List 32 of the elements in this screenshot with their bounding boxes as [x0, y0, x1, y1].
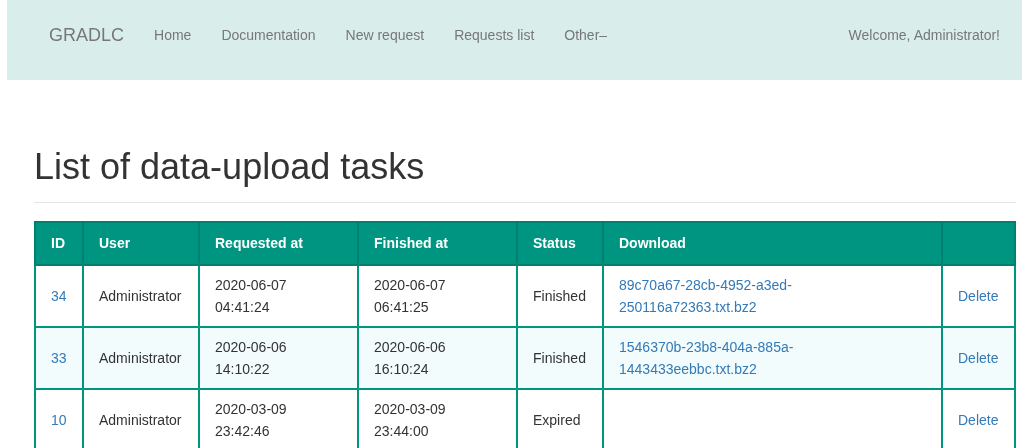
status-text: Finished	[533, 350, 586, 367]
column-header: User	[83, 222, 199, 266]
column-header: Finished at	[358, 222, 517, 266]
date-text: 2020-06-06 14:10:22	[215, 339, 287, 378]
date-text: 2020-06-06 16:10:24	[374, 339, 446, 378]
user-text: Administrator	[99, 350, 182, 367]
column-header: ID	[35, 222, 83, 266]
date-text: 2020-06-07 06:41:25	[374, 277, 446, 316]
status-text: Expired	[533, 412, 581, 429]
column-header: Requested at	[199, 222, 358, 266]
id-link[interactable]: 34	[51, 288, 67, 305]
page-heading: List of data-upload tasks	[34, 145, 1016, 204]
date-text: 2020-03-09 23:42:46	[215, 401, 287, 440]
delete-link[interactable]: Delete	[958, 412, 999, 429]
nav-link[interactable]: New request	[330, 0, 440, 46]
nav-link[interactable]: Home	[139, 0, 207, 46]
column-header: Status	[517, 222, 603, 266]
user-text: Administrator	[99, 288, 182, 305]
nav-link[interactable]: Requests list	[439, 0, 550, 46]
id-link[interactable]: 10	[51, 412, 67, 429]
brand-link[interactable]: GRADLC	[49, 0, 139, 49]
delete-link[interactable]: Delete	[958, 350, 999, 367]
welcome-text: Welcome, Administrator!	[848, 26, 1000, 45]
nav-link[interactable]: Documentation	[206, 0, 331, 46]
date-text: 2020-06-07 04:41:24	[215, 277, 287, 316]
date-text: 2020-03-09 23:44:00	[374, 401, 446, 440]
delete-link[interactable]: Delete	[958, 288, 999, 305]
status-text: Finished	[533, 288, 586, 305]
column-header: Download	[603, 222, 942, 266]
id-link[interactable]: 33	[51, 350, 67, 367]
dropdown-link[interactable]: Other–	[549, 0, 623, 46]
user-text: Administrator	[99, 412, 182, 429]
